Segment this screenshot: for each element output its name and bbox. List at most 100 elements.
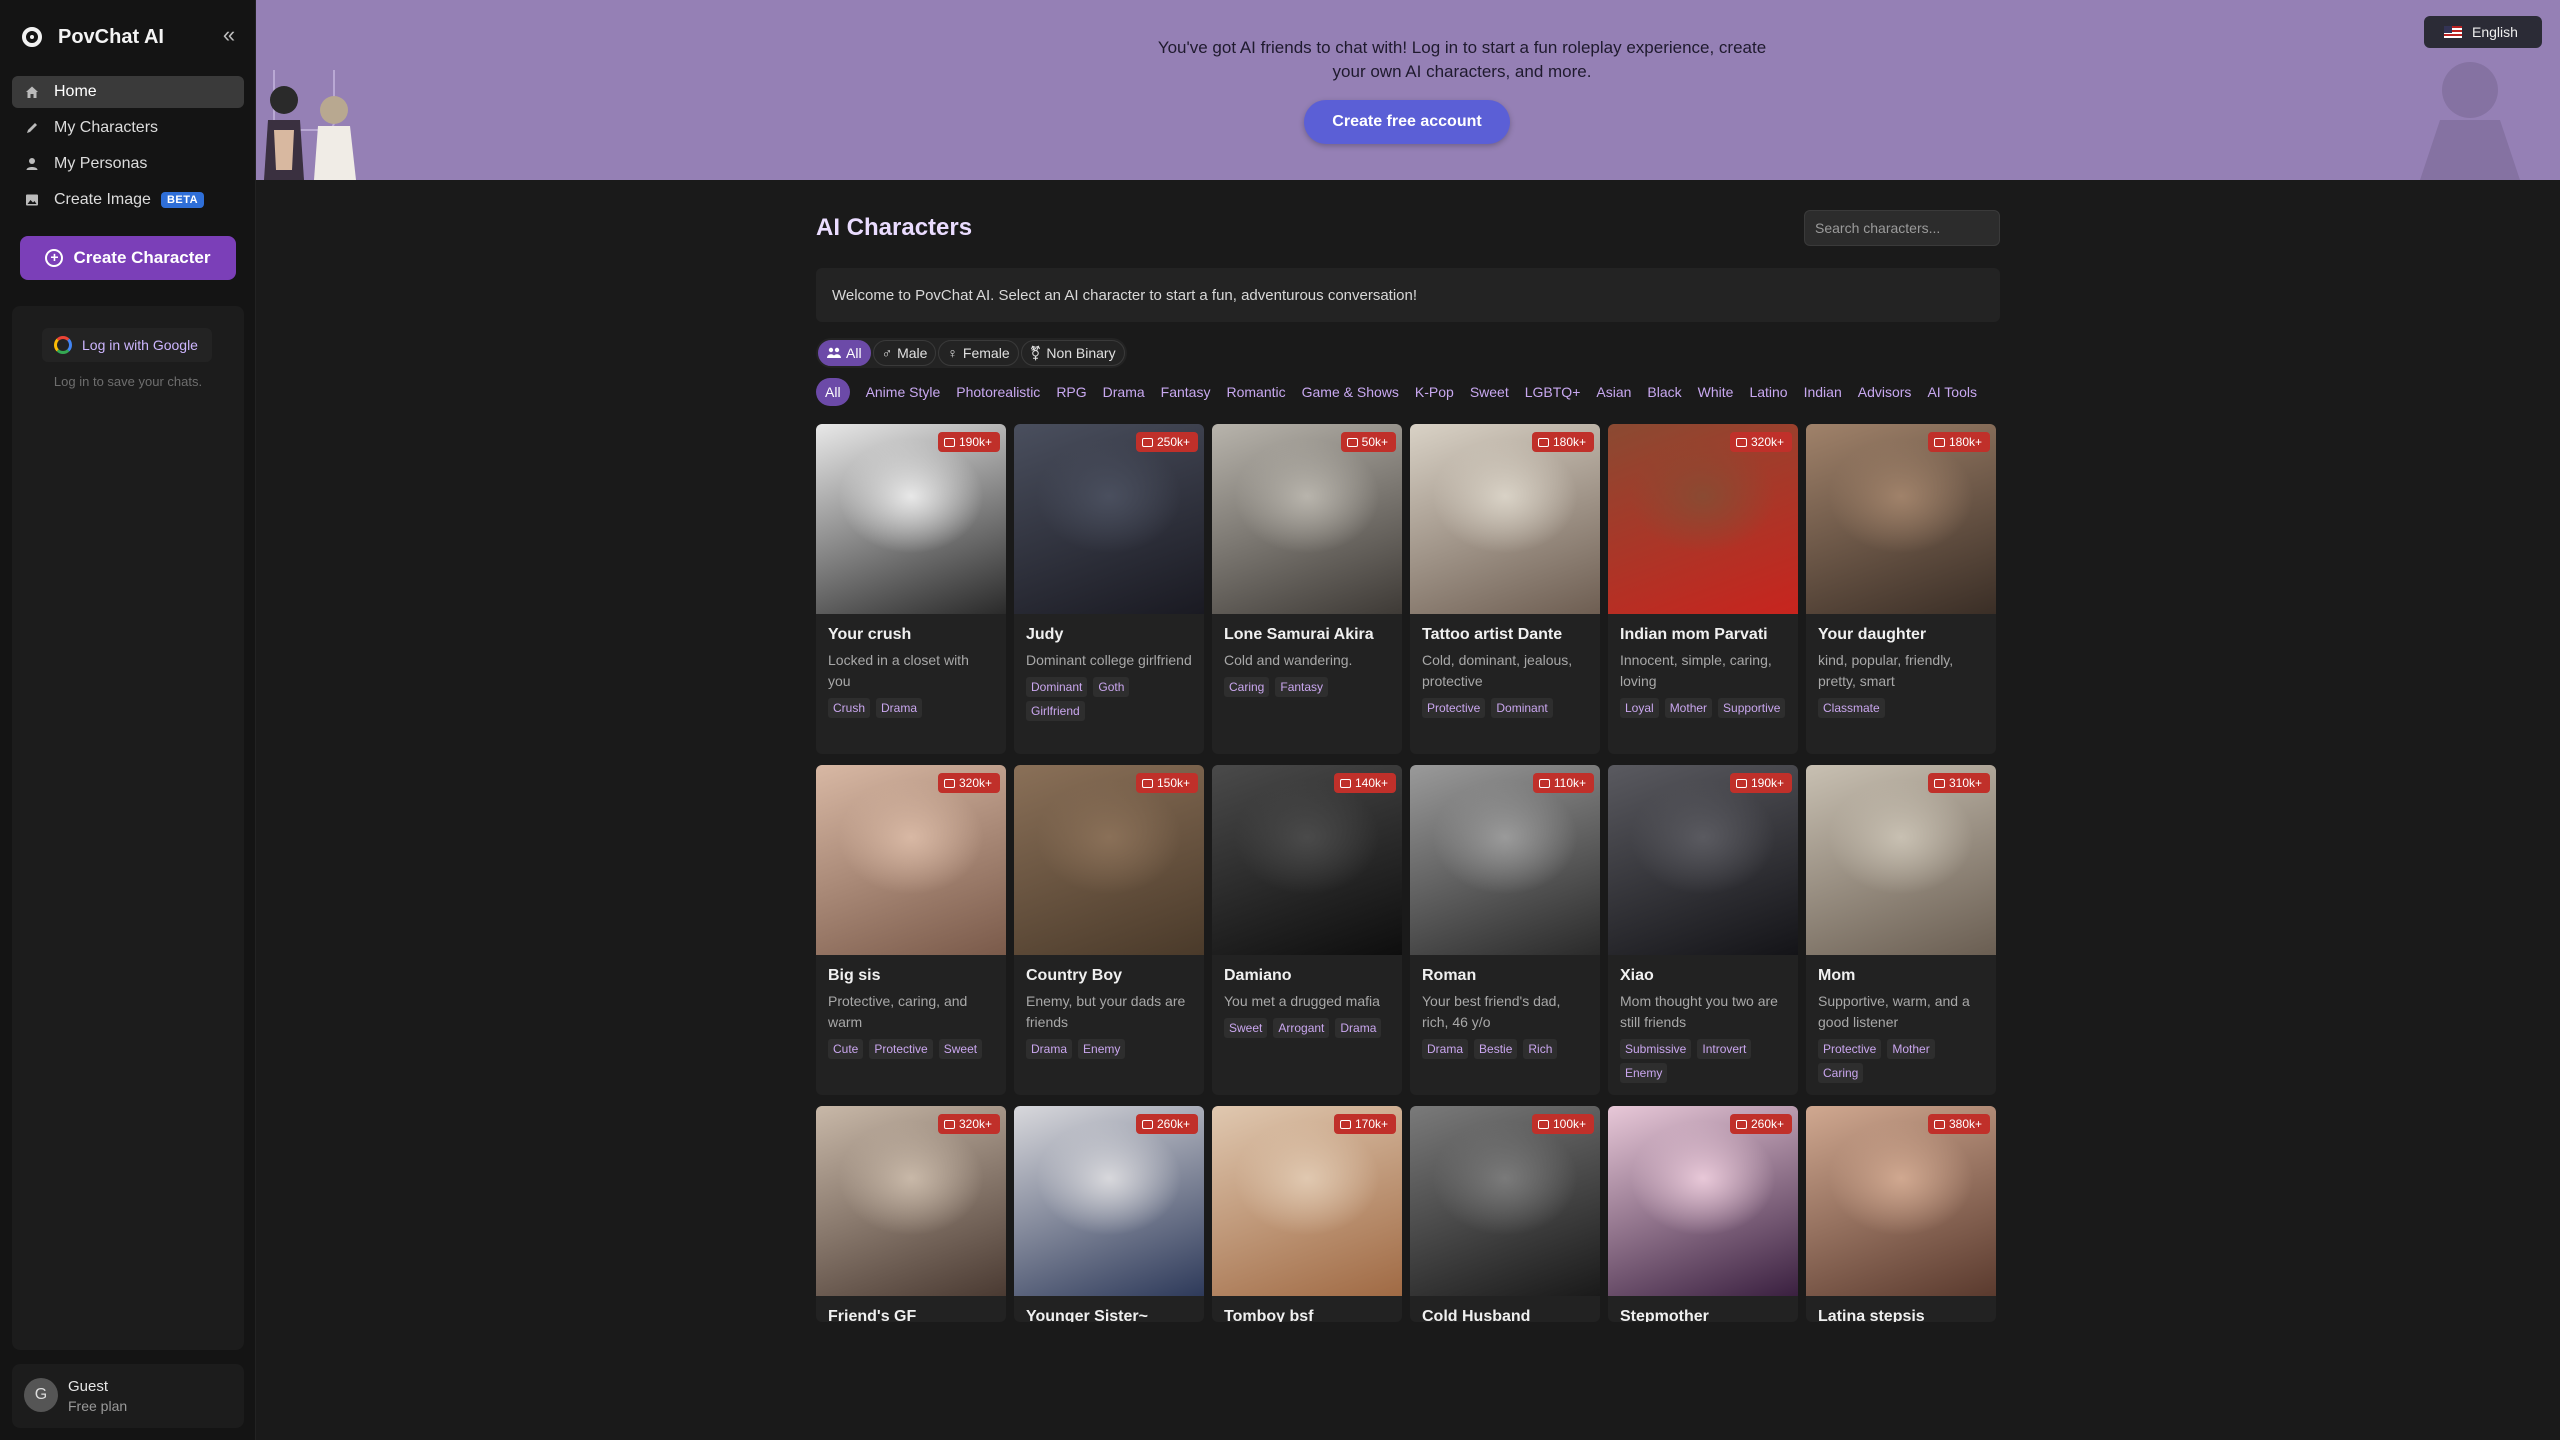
- character-tag[interactable]: Arrogant: [1273, 1018, 1330, 1038]
- create-free-account-button[interactable]: Create free account: [1304, 100, 1510, 144]
- character-card[interactable]: 260k+StepmotherDominant, rebellious and …: [1608, 1106, 1798, 1322]
- character-tag[interactable]: Loyal: [1620, 698, 1659, 718]
- category-drama[interactable]: Drama: [1103, 384, 1145, 400]
- gender-filter-all[interactable]: All: [818, 340, 871, 366]
- chat-count-badge: 320k+: [937, 773, 1000, 793]
- character-tag[interactable]: Cute: [828, 1039, 864, 1059]
- character-tag[interactable]: Protective: [1422, 698, 1486, 718]
- character-description: kind, popular, friendly, pretty, smart: [1818, 652, 1954, 689]
- sidebar-item-home[interactable]: Home: [12, 76, 244, 108]
- character-card[interactable]: 190k+ Xiao Mom thought you two are still f…: [1608, 765, 1798, 1095]
- character-card[interactable]: 50k+ Lone Samurai Akira Cold and wandering…: [1212, 424, 1402, 754]
- character-tag[interactable]: Enemy: [1078, 1039, 1126, 1059]
- character-description: Mom thought you two are still friends: [1620, 993, 1778, 1030]
- character-tag[interactable]: Mother: [1887, 1039, 1935, 1059]
- tag-list: Drama Enemy: [1026, 1039, 1192, 1059]
- character-tag[interactable]: Supportive: [1718, 698, 1786, 718]
- character-name: Big sis: [828, 967, 881, 984]
- gender-filter-non-binary[interactable]: ⚧ Non Binary: [1020, 340, 1125, 366]
- chat-bubble-icon: [1735, 1119, 1747, 1129]
- login-hint: Log in to save your chats.: [53, 374, 203, 389]
- character-tag[interactable]: Goth: [1093, 677, 1130, 697]
- collapse-sidebar-icon[interactable]: «: [216, 24, 242, 48]
- character-card[interactable]: 100k+Cold HusbandHe gets clingy when he'…: [1410, 1106, 1600, 1322]
- us-flag-icon: [2444, 26, 2462, 38]
- character-tag[interactable]: Mother: [1664, 698, 1713, 718]
- character-card[interactable]: 320k+ Big sis Protective, caring, and warm…: [816, 765, 1006, 1095]
- brand[interactable]: PovChat AI: [22, 22, 164, 52]
- character-tag[interactable]: Caring: [1818, 1063, 1864, 1083]
- female-icon: ♀: [947, 345, 958, 361]
- category-photorealistic[interactable]: Photorealistic: [956, 384, 1040, 400]
- chat-count-badge: 320k+: [937, 1114, 1000, 1134]
- character-tag[interactable]: Submissive: [1620, 1039, 1692, 1059]
- category-asian[interactable]: Asian: [1596, 384, 1631, 400]
- sidebar-item-create-image[interactable]: Create Image BETA: [12, 184, 244, 216]
- category-anime-style[interactable]: Anime Style: [866, 384, 941, 400]
- character-tag[interactable]: Rich: [1523, 1039, 1558, 1059]
- character-tag[interactable]: Sweet: [1224, 1018, 1268, 1038]
- character-tag[interactable]: Protective: [869, 1039, 933, 1059]
- character-card[interactable]: 140k+ Damiano You met a drugged mafia Sweet…: [1212, 765, 1402, 1095]
- character-card[interactable]: 180k+ Tattoo artist Dante Cold, dominant, …: [1410, 424, 1600, 754]
- character-image: 380k+: [1806, 1106, 1996, 1296]
- character-card[interactable]: 250k+ Judy Dominant college girlfriend Domi…: [1014, 424, 1204, 754]
- category-latino[interactable]: Latino: [1749, 384, 1787, 400]
- category-advisors[interactable]: Advisors: [1858, 384, 1912, 400]
- character-card[interactable]: 320k+Friend's GFIt's a hot summer dayGir…: [816, 1106, 1006, 1322]
- character-tag[interactable]: Introvert: [1697, 1039, 1752, 1059]
- category-white[interactable]: White: [1698, 384, 1734, 400]
- user-account[interactable]: G Guest Free plan: [12, 1364, 244, 1428]
- tag-list: Protective Mother Caring: [1818, 1039, 1984, 1083]
- category-romantic[interactable]: Romantic: [1226, 384, 1285, 400]
- character-tag[interactable]: Classmate: [1818, 698, 1885, 718]
- character-card[interactable]: 260k+Younger Sister~Cute childish 18 yoS…: [1014, 1106, 1204, 1322]
- category-all[interactable]: All: [816, 378, 850, 406]
- category-black[interactable]: Black: [1647, 384, 1681, 400]
- character-card[interactable]: 310k+ Mom Supportive, warm, and a good lis…: [1806, 765, 1996, 1095]
- chat-bubble-icon: [1141, 1119, 1153, 1129]
- banner-message: You've got AI friends to chat with! Log …: [1157, 38, 1767, 81]
- google-login-button[interactable]: Log in with Google: [42, 328, 212, 362]
- character-tag[interactable]: Drama: [1422, 1039, 1469, 1059]
- create-character-button[interactable]: + Create Character: [20, 236, 236, 280]
- search-input[interactable]: [1804, 210, 2000, 246]
- sidebar-item-my-characters[interactable]: My Characters: [12, 112, 244, 144]
- gender-filter-label: All: [846, 345, 862, 361]
- character-card[interactable]: 320k+ Indian mom Parvati Innocent, simple,…: [1608, 424, 1798, 754]
- category-k-pop[interactable]: K-Pop: [1415, 384, 1454, 400]
- character-image: 310k+: [1806, 765, 1996, 955]
- character-tag[interactable]: Enemy: [1620, 1063, 1668, 1083]
- category-ai-tools[interactable]: AI Tools: [1927, 384, 1977, 400]
- character-tag[interactable]: Drama: [1335, 1018, 1382, 1038]
- character-tag[interactable]: Fantasy: [1275, 677, 1329, 697]
- character-image: 50k+: [1212, 424, 1402, 614]
- character-tag[interactable]: Drama: [1026, 1039, 1073, 1059]
- character-card[interactable]: 180k+ Your daughter kind, popular, friendl…: [1806, 424, 1996, 754]
- character-card[interactable]: 110k+ Roman Your best friend's dad, rich, …: [1410, 765, 1600, 1095]
- category-fantasy[interactable]: Fantasy: [1161, 384, 1211, 400]
- character-tag[interactable]: Crush: [828, 698, 871, 718]
- character-tag[interactable]: Drama: [876, 698, 923, 718]
- male-icon: ♂: [881, 345, 893, 361]
- gender-filter-male[interactable]: ♂ Male: [872, 340, 937, 366]
- category-sweet[interactable]: Sweet: [1470, 384, 1509, 400]
- character-tag[interactable]: Caring: [1224, 677, 1270, 697]
- character-card[interactable]: 190k+ Your crush Locked in a closet with y…: [816, 424, 1006, 754]
- character-tag[interactable]: Bestie: [1474, 1039, 1518, 1059]
- character-tag[interactable]: Girlfriend: [1026, 701, 1085, 721]
- character-card[interactable]: 150k+ Country Boy Enemy, but your dads are…: [1014, 765, 1204, 1095]
- character-tag[interactable]: Dominant: [1026, 677, 1088, 697]
- character-tag[interactable]: Sweet: [938, 1039, 983, 1059]
- category-game-shows[interactable]: Game & Shows: [1302, 384, 1399, 400]
- gender-filter-female[interactable]: ♀ Female: [938, 340, 1019, 366]
- language-selector[interactable]: English: [2424, 16, 2542, 48]
- character-card[interactable]: 380k+Latina stepsisLoving and caring.Car…: [1806, 1106, 1996, 1322]
- category-rpg[interactable]: RPG: [1056, 384, 1086, 400]
- character-tag[interactable]: Protective: [1818, 1039, 1882, 1059]
- character-card[interactable]: 170k+Tomboy bsfYou woke up to find your …: [1212, 1106, 1402, 1322]
- category-lgbtq[interactable]: LGBTQ+: [1525, 384, 1581, 400]
- sidebar-item-my-personas[interactable]: My Personas: [12, 148, 244, 180]
- character-tag[interactable]: Dominant: [1491, 698, 1553, 718]
- category-indian[interactable]: Indian: [1804, 384, 1842, 400]
